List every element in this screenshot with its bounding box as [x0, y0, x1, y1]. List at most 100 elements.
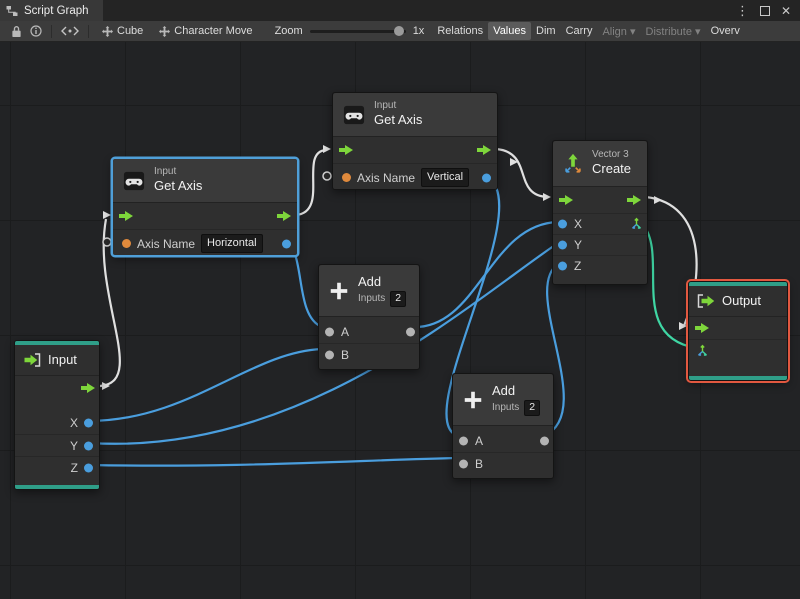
- value-in-port-b[interactable]: [325, 350, 334, 359]
- node-header[interactable]: Vector 3 Create: [553, 141, 647, 187]
- node-header[interactable]: Input Get Axis: [333, 93, 497, 137]
- value-out-port-z[interactable]: [84, 463, 93, 472]
- breadcrumb-object[interactable]: Cube: [94, 25, 151, 37]
- node-header[interactable]: Add Inputs 2: [453, 374, 553, 426]
- wire-input-x-to-add1-b[interactable]: [89, 347, 323, 423]
- control-port-row: [333, 137, 497, 163]
- overview-button[interactable]: Overv: [706, 22, 745, 40]
- value-out-port-x[interactable]: [84, 418, 93, 428]
- port-row-a: A: [319, 321, 419, 343]
- close-icon[interactable]: ✕: [781, 4, 791, 18]
- values-button[interactable]: Values: [488, 22, 531, 40]
- node-header[interactable]: Output: [689, 286, 787, 317]
- port-row-b: B: [319, 343, 419, 365]
- value-out-port[interactable]: [540, 436, 549, 446]
- node-add-1[interactable]: Add Inputs 2 A B: [318, 264, 420, 370]
- dropdown-caret-icon: ▾: [629, 25, 636, 38]
- plus-icon: [464, 391, 482, 408]
- wire-add1-to-create-x[interactable]: [409, 220, 559, 329]
- graph-toolbar: Cube Character Move Zoom 1x Relations Va…: [0, 21, 800, 42]
- value-out-port-y[interactable]: [84, 441, 93, 450]
- align-button[interactable]: Align ▾: [597, 22, 640, 41]
- hollow-port-getaxis-h[interactable]: [102, 237, 112, 247]
- node-title: Get Axis: [154, 178, 203, 194]
- inputs-count-field[interactable]: 2: [524, 400, 541, 416]
- control-out-port[interactable]: [277, 210, 291, 222]
- maximize-icon[interactable]: [759, 5, 770, 16]
- node-vector3-create[interactable]: Vector 3 Create X Y Z: [552, 140, 648, 285]
- zoom-slider[interactable]: [309, 25, 406, 36]
- value-out-port[interactable]: [406, 327, 415, 337]
- toolbar-toggles: Relations Values Dim Carry Align ▾ Distr…: [432, 22, 745, 41]
- port-a-label: A: [475, 434, 484, 448]
- value-in-port-x[interactable]: [558, 219, 567, 229]
- breadcrumb-graph-label: Character Move: [174, 25, 253, 37]
- carry-button[interactable]: Carry: [561, 22, 598, 40]
- control-in-port[interactable]: [559, 194, 573, 206]
- control-port-row: [553, 187, 647, 213]
- kebab-menu-icon[interactable]: ⋮: [736, 4, 749, 17]
- wire-control-getaxis-v-to-create[interactable]: [495, 147, 549, 199]
- control-out-port[interactable]: [81, 382, 95, 394]
- control-in-port[interactable]: [339, 144, 353, 156]
- wire-input-z-to-add2-b[interactable]: [89, 456, 459, 467]
- dim-relations-icon[interactable]: [57, 23, 83, 39]
- value-in-port-y[interactable]: [558, 240, 567, 250]
- value-in-port-a[interactable]: [325, 327, 334, 337]
- control-out-port[interactable]: [627, 194, 641, 206]
- wire-control-getaxis-h-to-getaxis-v[interactable]: [295, 148, 327, 217]
- script-graph-icon: [6, 5, 18, 16]
- control-in-port[interactable]: [695, 322, 709, 334]
- node-title: Output: [722, 292, 762, 308]
- port-row-x: X: [553, 213, 647, 234]
- node-kind-label: Input: [154, 165, 177, 177]
- node-header[interactable]: Add Inputs 2: [319, 265, 419, 317]
- breadcrumb-object-label: Cube: [117, 25, 144, 37]
- node-graph-input[interactable]: Input X Y Z: [14, 340, 100, 490]
- inputs-count-field[interactable]: 2: [390, 291, 407, 307]
- port-z-label: Z: [70, 460, 78, 475]
- param-label: Axis Name: [357, 170, 416, 185]
- tab-script-graph[interactable]: Script Graph: [0, 0, 103, 21]
- dropdown-caret-icon: ▾: [695, 25, 701, 38]
- port-y-label: Y: [574, 238, 583, 252]
- node-get-axis-vertical[interactable]: Input Get Axis Axis Name Vertical: [332, 92, 498, 190]
- node-header[interactable]: Input Get Axis: [113, 159, 297, 203]
- relations-button[interactable]: Relations: [432, 22, 488, 40]
- value-in-port-b[interactable]: [459, 459, 468, 468]
- dim-button[interactable]: Dim: [531, 22, 561, 40]
- node-header[interactable]: Input: [15, 345, 99, 376]
- port-a-label: A: [341, 325, 350, 339]
- info-icon[interactable]: [26, 23, 46, 39]
- node-title: Create: [592, 161, 632, 177]
- node-kind-label: Vector 3: [592, 148, 629, 160]
- node-graph-output[interactable]: Output: [688, 281, 788, 381]
- string-in-port[interactable]: [342, 173, 351, 182]
- align-label: Align: [602, 25, 627, 38]
- inputs-label: Inputs: [492, 401, 520, 413]
- toolbar-separator: [88, 24, 89, 38]
- graph-canvas[interactable]: Input Get Axis Axis Name Vertical Input …: [0, 42, 800, 599]
- control-out-port[interactable]: [477, 144, 491, 156]
- lock-icon[interactable]: [6, 23, 26, 39]
- value-in-port-z[interactable]: [558, 261, 567, 271]
- breadcrumb-graph[interactable]: Character Move: [151, 25, 260, 37]
- port-row-x: X: [15, 412, 99, 434]
- distribute-label: Distribute: [645, 25, 692, 38]
- value-in-port-a[interactable]: [459, 436, 468, 446]
- float-out-port[interactable]: [282, 239, 291, 248]
- axis-name-field[interactable]: Vertical: [421, 168, 470, 187]
- vector3-icon: [565, 153, 581, 173]
- string-in-port[interactable]: [122, 239, 131, 248]
- axis-name-field[interactable]: Horizontal: [201, 234, 263, 253]
- hollow-port-getaxis-v[interactable]: [322, 171, 332, 181]
- zoom-slider-handle[interactable]: [393, 25, 404, 36]
- node-get-axis-horizontal[interactable]: Input Get Axis Axis Name Horizontal: [112, 158, 298, 256]
- vector3-in-port[interactable]: [696, 344, 709, 357]
- node-add-2[interactable]: Add Inputs 2 A B: [452, 373, 554, 479]
- vector3-out-port[interactable]: [630, 217, 643, 231]
- control-in-port[interactable]: [119, 210, 133, 222]
- inputs-label: Inputs: [358, 292, 386, 304]
- float-out-port[interactable]: [482, 173, 491, 182]
- distribute-button[interactable]: Distribute ▾: [641, 22, 706, 41]
